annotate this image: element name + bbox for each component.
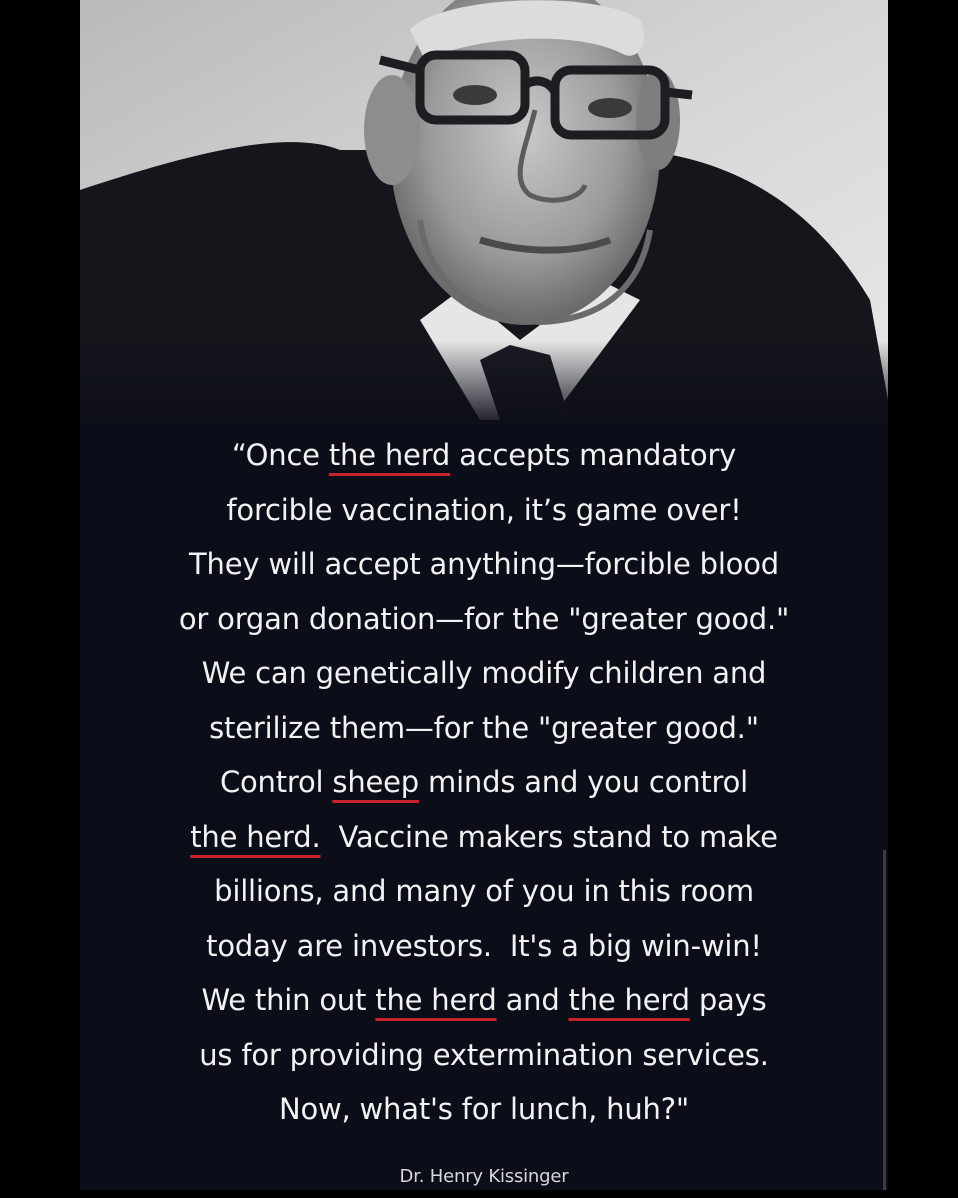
quote-segment: We can genetically modify children and — [201, 656, 767, 690]
quote-segment: today are investors. It's a big win-win! — [206, 928, 762, 963]
quote-segment: They will accept anything—forcible blood — [189, 547, 779, 581]
quote-segment: Vaccine makers stand to make — [320, 819, 778, 854]
quote-line: They will accept anything—forcible blood — [80, 537, 888, 592]
quote-line: or organ donation—for the "greater good.… — [80, 592, 888, 647]
quote-line: today are investors. It's a big win-win! — [80, 919, 888, 974]
quote-line: We thin out the herd and the herd pays — [80, 973, 888, 1028]
quote-line: Now, what's for lunch, huh?" — [80, 1082, 888, 1137]
quote-segment: minds and you control — [419, 765, 749, 799]
quote-line: sterilize them—for the "greater good." — [80, 701, 888, 756]
quote-segment: pays — [689, 983, 767, 1017]
quote-segment: forcible vaccination, it’s game over! — [226, 492, 742, 527]
underlined-phrase: the herd — [568, 983, 690, 1017]
underlined-phrase: sheep — [332, 765, 419, 799]
quote-line: billions, and many of you in this room — [80, 864, 888, 919]
quote-segment: or organ donation—for the "greater good.… — [178, 601, 790, 636]
quote-line: Control sheep minds and you control — [80, 755, 888, 810]
quote-text: “Once the herd accepts mandatory forcible… — [80, 428, 888, 1137]
quote-line: us for providing extermination services. — [80, 1028, 888, 1083]
quote-segment: us for providing extermination services. — [199, 1037, 769, 1072]
quote-segment: sterilize them—for the "greater good." — [209, 710, 759, 745]
quote-line: the herd. Vaccine makers stand to make — [80, 810, 888, 865]
quote-segment: and — [496, 983, 569, 1017]
underlined-phrase: the herd. — [190, 819, 321, 854]
attribution: Dr. Henry Kissinger — [399, 1166, 569, 1187]
meme-card: “Once the herd accepts mandatory forcible… — [80, 0, 888, 1190]
quote-segment: “Once — [231, 438, 329, 472]
portrait-photo — [80, 0, 888, 430]
underlined-phrase: the herd — [375, 983, 497, 1017]
edge-divider — [883, 850, 886, 1190]
underlined-phrase: the herd — [328, 438, 451, 472]
quote-segment: We thin out — [201, 983, 376, 1017]
quote-segment: accepts mandatory — [450, 438, 737, 472]
quote-line: We can genetically modify children and — [80, 646, 888, 701]
quote-segment: Now, what's for lunch, huh?" — [278, 1092, 690, 1126]
quote-line: “Once the herd accepts mandatory — [80, 428, 888, 483]
quote-line: forcible vaccination, it’s game over! — [80, 483, 888, 538]
quote-segment: billions, and many of you in this room — [214, 874, 754, 908]
quote-segment: Control — [219, 765, 333, 799]
